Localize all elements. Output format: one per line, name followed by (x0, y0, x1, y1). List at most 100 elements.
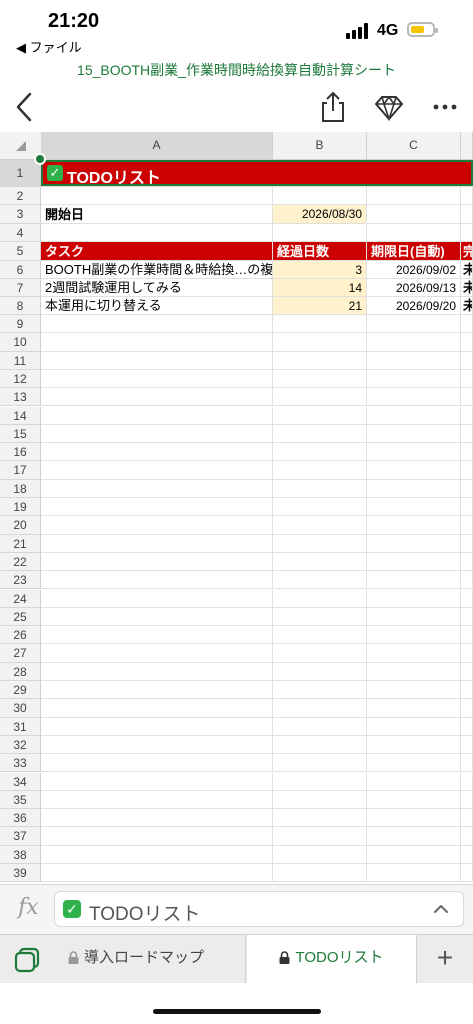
grid-cell[interactable] (367, 845, 461, 864)
grid-cell[interactable] (461, 315, 473, 334)
grid-cell[interactable] (273, 699, 367, 718)
grid-cell[interactable] (273, 571, 367, 590)
grid-cell[interactable] (367, 607, 461, 627)
grid-cell[interactable] (367, 662, 461, 681)
grid-cell[interactable] (273, 315, 367, 334)
grid-cell[interactable] (461, 388, 473, 407)
grid-cell[interactable] (367, 424, 461, 444)
spreadsheet-grid[interactable]: A B C 1 2 3 4 5 6 7 8 9 10 11 12 13 14 15 16 17 18 19 20 21 2… (0, 132, 473, 882)
grid-cell[interactable] (367, 516, 461, 535)
grid-cell[interactable] (461, 369, 473, 389)
grid-cell[interactable] (367, 552, 461, 572)
grid-cell[interactable] (273, 552, 367, 572)
grid-cell[interactable] (367, 187, 461, 205)
add-sheet-button[interactable]: + (430, 943, 460, 973)
grid-cell[interactable] (273, 461, 367, 480)
row-header[interactable]: 33 (0, 754, 41, 773)
fx-icon[interactable]: fx (18, 895, 39, 920)
row-header[interactable]: 14 (0, 406, 41, 425)
tab-todo-list[interactable]: TODOリスト (247, 935, 417, 983)
row-header[interactable]: 38 (0, 845, 41, 864)
row-header[interactable]: 13 (0, 388, 41, 407)
grid-cell[interactable] (41, 351, 273, 370)
due-date-cell[interactable]: 2026/09/13 (367, 279, 461, 297)
row-header[interactable]: 22 (0, 552, 41, 572)
task-name-cell[interactable]: 本運用に切り替える (41, 297, 273, 315)
grid-cell[interactable] (273, 351, 367, 370)
header-done[interactable]: 完 (461, 242, 473, 261)
header-due-date[interactable]: 期限日(自動) (367, 242, 461, 261)
grid-cell[interactable] (273, 534, 367, 553)
row-header[interactable]: 4 (0, 224, 41, 242)
grid-cell[interactable] (461, 479, 473, 498)
row-header[interactable]: 6 (0, 261, 41, 279)
row-header[interactable]: 25 (0, 607, 41, 627)
grid-cell[interactable] (41, 644, 273, 663)
grid-cell[interactable] (461, 443, 473, 462)
grid-cell[interactable] (273, 479, 367, 498)
grid-cell[interactable] (273, 388, 367, 407)
grid-cell[interactable] (273, 662, 367, 681)
grid-cell[interactable] (461, 662, 473, 681)
grid-cell[interactable] (367, 864, 461, 882)
grid-cell[interactable] (461, 717, 473, 736)
formula-input[interactable]: ✓ TODOリスト (54, 891, 464, 927)
row-header[interactable]: 12 (0, 369, 41, 389)
grid-cell[interactable] (461, 827, 473, 846)
elapsed-days-cell[interactable]: 14 (273, 279, 367, 297)
grid-cell[interactable] (461, 790, 473, 810)
grid-cell[interactable] (367, 479, 461, 498)
header-task[interactable]: タスク (41, 242, 273, 261)
grid-cell[interactable] (273, 443, 367, 462)
grid-cell[interactable] (461, 187, 473, 205)
grid-cell[interactable] (461, 571, 473, 590)
back-chevron-icon[interactable] (12, 90, 40, 124)
grid-cell[interactable] (41, 864, 273, 882)
grid-cell[interactable] (367, 626, 461, 645)
row-header[interactable]: 19 (0, 498, 41, 517)
row-header[interactable]: 26 (0, 626, 41, 645)
grid-cell[interactable] (461, 406, 473, 425)
grid-cell[interactable] (461, 735, 473, 755)
grid-cell[interactable] (367, 754, 461, 773)
grid-cell[interactable] (367, 224, 461, 242)
row-header[interactable]: 32 (0, 735, 41, 755)
grid-cell[interactable] (461, 589, 473, 608)
row-header[interactable]: 18 (0, 479, 41, 498)
row-header[interactable]: 17 (0, 461, 41, 480)
grid-cell[interactable] (461, 864, 473, 882)
grid-cell[interactable] (367, 205, 461, 224)
grid-cell[interactable] (41, 224, 273, 242)
grid-cell[interactable] (273, 845, 367, 864)
grid-cell[interactable] (273, 681, 367, 700)
row-header[interactable]: 28 (0, 662, 41, 681)
premium-gem-icon[interactable] (374, 92, 404, 122)
grid-cell[interactable] (461, 351, 473, 370)
grid-cell[interactable] (41, 735, 273, 755)
grid-cell[interactable] (461, 644, 473, 663)
grid-cell[interactable] (41, 845, 273, 864)
status-cell[interactable]: 未 (461, 297, 473, 315)
sheets-overview-icon[interactable] (14, 947, 40, 973)
home-indicator[interactable] (153, 1009, 321, 1014)
grid-cell[interactable] (273, 498, 367, 517)
start-date-label[interactable]: 開始日 (41, 205, 273, 224)
grid-cell[interactable] (367, 315, 461, 334)
task-name-cell[interactable]: BOOTH副業の作業時間＆時給換…の複 (41, 261, 273, 279)
row-header[interactable]: 5 (0, 242, 41, 261)
header-elapsed-days[interactable]: 経過日数 (273, 242, 367, 261)
grid-cell[interactable] (41, 315, 273, 334)
selection-handle[interactable] (34, 153, 46, 165)
grid-cell[interactable] (461, 845, 473, 864)
grid-cell[interactable] (367, 644, 461, 663)
grid-cell[interactable] (461, 498, 473, 517)
grid-cell[interactable] (461, 333, 473, 352)
title-cell-a1[interactable]: ✓ TODOリスト (41, 160, 473, 187)
task-name-cell[interactable]: 2週間試験運用してみる (41, 279, 273, 297)
row-header[interactable]: 2 (0, 187, 41, 205)
grid-cell[interactable] (41, 406, 273, 425)
grid-cell[interactable] (41, 187, 273, 205)
row-header[interactable]: 29 (0, 681, 41, 700)
row-header[interactable]: 37 (0, 827, 41, 846)
grid-cell[interactable] (461, 754, 473, 773)
